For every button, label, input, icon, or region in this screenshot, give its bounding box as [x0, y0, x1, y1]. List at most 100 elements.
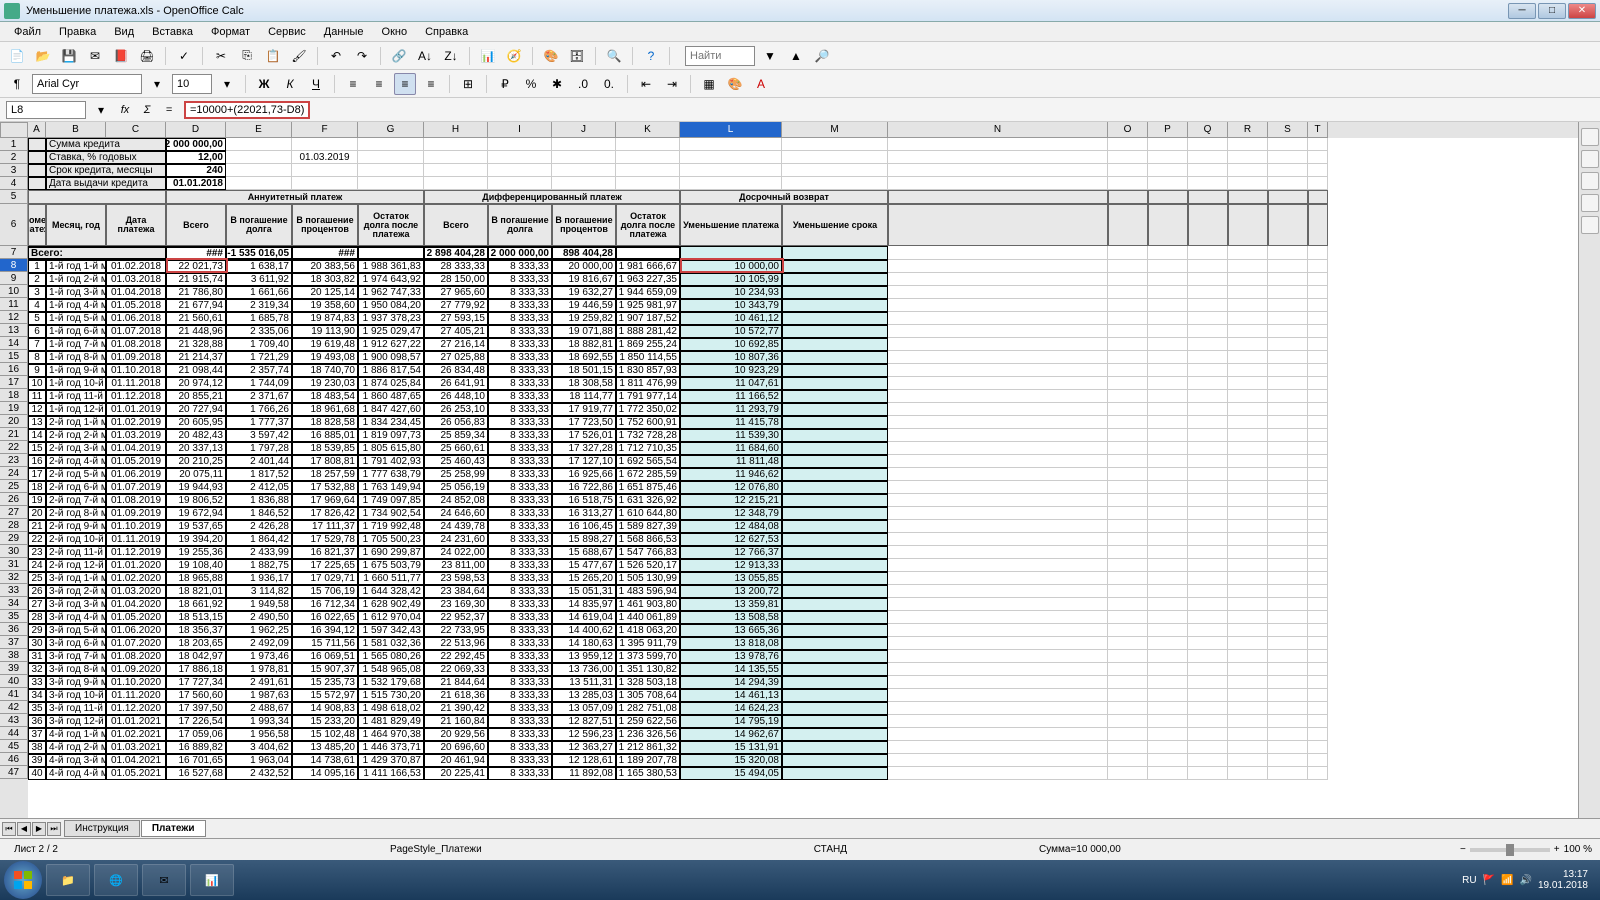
col-header-F[interactable]: F: [292, 122, 358, 138]
col-header-G[interactable]: G: [358, 122, 424, 138]
col-header-O[interactable]: O: [1108, 122, 1148, 138]
tray-sound-icon[interactable]: 🔊: [1519, 875, 1531, 886]
row-header-21[interactable]: 21: [0, 428, 28, 441]
row-header-31[interactable]: 31: [0, 558, 28, 571]
font-name-combo[interactable]: [32, 74, 142, 94]
row-header-40[interactable]: 40: [0, 675, 28, 688]
row-header-18[interactable]: 18: [0, 389, 28, 402]
row-header-3[interactable]: 3: [0, 164, 28, 177]
tab-next-icon[interactable]: ▶: [32, 822, 46, 836]
menu-сервис[interactable]: Сервис: [260, 24, 314, 40]
spreadsheet-grid[interactable]: ABCDEFGHIJKLMNOPQRST 1234567891011121314…: [0, 122, 1578, 858]
find-next-icon[interactable]: ▼: [759, 45, 781, 67]
menu-формат[interactable]: Формат: [203, 24, 258, 40]
new-icon[interactable]: 📄: [6, 45, 28, 67]
menu-справка[interactable]: Справка: [417, 24, 476, 40]
col-header-D[interactable]: D: [166, 122, 226, 138]
zoom-icon[interactable]: 🔍: [603, 45, 625, 67]
col-header-E[interactable]: E: [226, 122, 292, 138]
format-paint-icon[interactable]: 🖌: [288, 45, 310, 67]
sheet-tab-payments[interactable]: Платежи: [141, 820, 206, 837]
row-header-10[interactable]: 10: [0, 285, 28, 298]
row-header-7[interactable]: 7: [0, 246, 28, 259]
remove-decimal-icon[interactable]: 0.: [598, 73, 620, 95]
chart-icon[interactable]: 📊: [477, 45, 499, 67]
row-header-15[interactable]: 15: [0, 350, 28, 363]
col-header-M[interactable]: M: [782, 122, 888, 138]
row-header-20[interactable]: 20: [0, 415, 28, 428]
size-dropdown-icon[interactable]: ▾: [216, 73, 238, 95]
tab-last-icon[interactable]: ⏭: [47, 822, 61, 836]
row-header-45[interactable]: 45: [0, 740, 28, 753]
row-header-19[interactable]: 19: [0, 402, 28, 415]
menu-вставка[interactable]: Вставка: [144, 24, 201, 40]
find-all-icon[interactable]: 🔎: [811, 45, 833, 67]
row-header-34[interactable]: 34: [0, 597, 28, 610]
pdf-icon[interactable]: 📕: [110, 45, 132, 67]
row-header-4[interactable]: 4: [0, 177, 28, 190]
maximize-button[interactable]: □: [1538, 3, 1566, 19]
row-header-24[interactable]: 24: [0, 467, 28, 480]
function-wizard-icon[interactable]: fx: [116, 101, 134, 119]
col-header-P[interactable]: P: [1148, 122, 1188, 138]
row-header-22[interactable]: 22: [0, 441, 28, 454]
row-header-46[interactable]: 46: [0, 753, 28, 766]
bold-icon[interactable]: Ж: [253, 73, 275, 95]
row-header-42[interactable]: 42: [0, 701, 28, 714]
sheet-tab-instruction[interactable]: Инструкция: [64, 820, 140, 837]
align-center-icon[interactable]: ≡: [368, 73, 390, 95]
row-header-36[interactable]: 36: [0, 623, 28, 636]
col-header-B[interactable]: B: [46, 122, 106, 138]
col-header-S[interactable]: S: [1268, 122, 1308, 138]
row-header-25[interactable]: 25: [0, 480, 28, 493]
sort-desc-icon[interactable]: Z↓: [440, 45, 462, 67]
row-header-9[interactable]: 9: [0, 272, 28, 285]
row-header-23[interactable]: 23: [0, 454, 28, 467]
col-header-H[interactable]: H: [424, 122, 488, 138]
cellref-dropdown-icon[interactable]: ▾: [90, 99, 112, 121]
print-icon[interactable]: 🖨: [136, 45, 158, 67]
row-header-41[interactable]: 41: [0, 688, 28, 701]
redo-icon[interactable]: ↷: [351, 45, 373, 67]
menu-окно[interactable]: Окно: [374, 24, 416, 40]
row-header-37[interactable]: 37: [0, 636, 28, 649]
row-header-13[interactable]: 13: [0, 324, 28, 337]
row-header-5[interactable]: 5: [0, 190, 28, 204]
sidebar-navigator-icon[interactable]: [1581, 194, 1599, 212]
tray-lang[interactable]: RU: [1462, 875, 1476, 886]
row-header-11[interactable]: 11: [0, 298, 28, 311]
row-header-14[interactable]: 14: [0, 337, 28, 350]
hyperlink-icon[interactable]: 🔗: [388, 45, 410, 67]
align-justify-icon[interactable]: ≡: [420, 73, 442, 95]
row-header-39[interactable]: 39: [0, 662, 28, 675]
row-header-44[interactable]: 44: [0, 727, 28, 740]
tab-first-icon[interactable]: ⏮: [2, 822, 16, 836]
row-header-43[interactable]: 43: [0, 714, 28, 727]
row-header-17[interactable]: 17: [0, 376, 28, 389]
menu-правка[interactable]: Правка: [51, 24, 104, 40]
cell-reference-input[interactable]: [6, 101, 86, 119]
align-right-icon[interactable]: ≡: [394, 73, 416, 95]
find-prev-icon[interactable]: ▲: [785, 45, 807, 67]
col-header-Q[interactable]: Q: [1188, 122, 1228, 138]
tray-flag-icon[interactable]: 🚩: [1483, 875, 1495, 886]
sidebar-properties-icon[interactable]: [1581, 128, 1599, 146]
start-button[interactable]: [4, 861, 42, 899]
fontcolor-icon[interactable]: A: [750, 73, 772, 95]
row-header-6[interactable]: 6: [0, 204, 28, 246]
number-icon[interactable]: ✱: [546, 73, 568, 95]
cut-icon[interactable]: ✂: [210, 45, 232, 67]
sidebar-gallery-icon[interactable]: [1581, 172, 1599, 190]
undo-icon[interactable]: ↶: [325, 45, 347, 67]
font-size-combo[interactable]: [172, 74, 212, 94]
system-tray[interactable]: RU 🚩 📶 🔊 13:17 19.01.2018: [1462, 869, 1596, 891]
paste-icon[interactable]: 📋: [262, 45, 284, 67]
menu-файл[interactable]: Файл: [6, 24, 49, 40]
percent-icon[interactable]: %: [520, 73, 542, 95]
increase-indent-icon[interactable]: ⇥: [661, 73, 683, 95]
row-header-26[interactable]: 26: [0, 493, 28, 506]
add-decimal-icon[interactable]: .0: [572, 73, 594, 95]
cells-area[interactable]: Сумма кредита2 000 000,00Ставка, % годов…: [28, 138, 1578, 858]
styles-icon[interactable]: ¶: [6, 73, 28, 95]
taskbar-thunderbird-icon[interactable]: ✉: [142, 864, 186, 896]
